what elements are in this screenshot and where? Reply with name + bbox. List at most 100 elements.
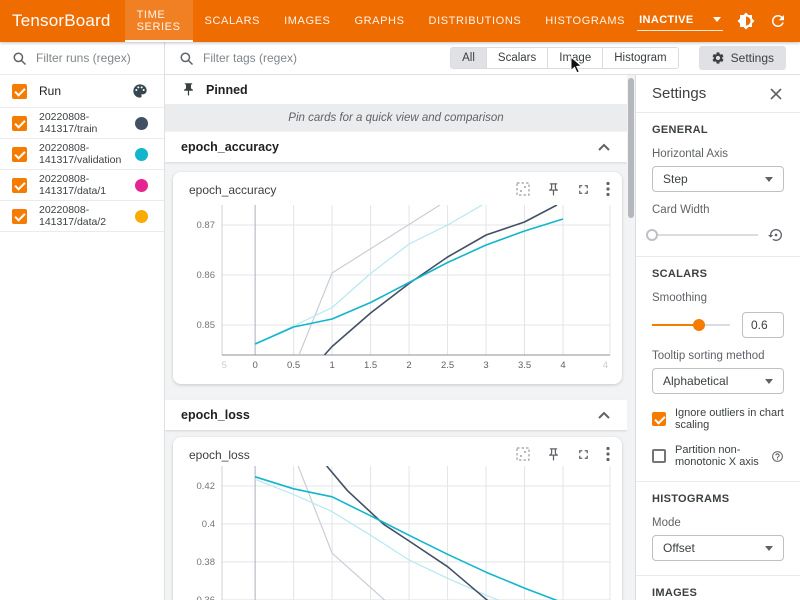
- fit-to-data-icon[interactable]: [515, 446, 531, 462]
- svg-text:4: 4: [603, 360, 608, 371]
- chevron-up-icon[interactable]: [597, 142, 611, 152]
- section-general: GENERAL: [652, 124, 784, 136]
- epoch-loss-line-chart[interactable]: 0.360.380.40.4200.511.522.533.54: [173, 466, 622, 600]
- select-all-runs-checkbox[interactable]: [12, 84, 27, 99]
- partition-x-axis-row[interactable]: Partition non-monotonic X axis: [652, 444, 784, 468]
- fit-to-data-icon[interactable]: [515, 181, 531, 197]
- fullscreen-icon[interactable]: [576, 447, 591, 462]
- more-options-icon[interactable]: [606, 181, 610, 197]
- run-row-validation[interactable]: 20220808-141317/validation: [0, 139, 164, 170]
- svg-text:0.5: 0.5: [287, 360, 300, 371]
- tab-time-series[interactable]: TIME SERIES: [125, 0, 193, 42]
- tab-images[interactable]: IMAGES: [272, 0, 342, 42]
- tag-type-filter-group: All Scalars Image Histogram: [450, 47, 679, 69]
- run-color-dot[interactable]: [135, 210, 148, 223]
- chip-scalars[interactable]: Scalars: [486, 48, 547, 68]
- horizontal-axis-label: Horizontal Axis: [652, 148, 784, 160]
- run-checkbox[interactable]: [12, 116, 27, 131]
- tab-scalars[interactable]: SCALARS: [193, 0, 273, 42]
- runs-sidebar: Run 20220808-141317/train 20220808-14131…: [0, 42, 165, 600]
- reload-status-value: INACTIVE: [639, 14, 694, 26]
- close-icon[interactable]: [768, 86, 784, 102]
- divider: [636, 481, 800, 482]
- tab-graphs[interactable]: GRAPHS: [342, 0, 416, 42]
- search-icon: [179, 51, 194, 66]
- run-color-dot[interactable]: [135, 179, 148, 192]
- svg-text:2.5: 2.5: [441, 360, 454, 371]
- chip-image[interactable]: Image: [547, 48, 602, 68]
- run-checkbox[interactable]: [12, 178, 27, 193]
- svg-text:2: 2: [406, 360, 411, 371]
- smoothing-value-input[interactable]: [742, 312, 784, 338]
- card-actions: [515, 446, 610, 462]
- svg-text:0.86: 0.86: [197, 270, 216, 281]
- card-title: epoch_loss: [189, 448, 250, 462]
- refresh-icon[interactable]: [769, 12, 787, 30]
- fullscreen-icon[interactable]: [576, 182, 591, 197]
- chip-histogram[interactable]: Histogram: [602, 48, 677, 68]
- search-icon: [12, 51, 27, 66]
- scrollbar-thumb[interactable]: [628, 78, 634, 218]
- section-scalars: SCALARS: [652, 268, 784, 280]
- pin-card-icon[interactable]: [546, 447, 561, 462]
- ignore-outliers-row[interactable]: Ignore outliers in chart scaling: [652, 407, 784, 431]
- svg-text:4: 4: [560, 360, 565, 371]
- scalar-card-epoch-accuracy: epoch_accuracy 0.850.860.8700.511.522.53…: [173, 172, 622, 384]
- slider-thumb[interactable]: [693, 319, 705, 331]
- svg-text:0.87: 0.87: [197, 220, 216, 231]
- chevron-down-icon: [765, 379, 773, 384]
- svg-text:0.4: 0.4: [202, 519, 215, 530]
- chip-all[interactable]: All: [451, 48, 486, 68]
- main-scrollbar[interactable]: [627, 75, 635, 600]
- brightness-toggle-icon[interactable]: [737, 12, 755, 30]
- slider-thumb[interactable]: [646, 229, 658, 241]
- histogram-mode-select[interactable]: Offset: [652, 535, 784, 561]
- section-title: epoch_accuracy: [181, 140, 279, 154]
- run-row-data-1[interactable]: 20220808-141317/data/1: [0, 170, 164, 201]
- svg-text:0.85: 0.85: [197, 320, 216, 331]
- settings-button[interactable]: Settings: [699, 46, 786, 70]
- chevron-up-icon[interactable]: [597, 410, 611, 420]
- horizontal-axis-value: Step: [663, 172, 688, 186]
- run-checkbox[interactable]: [12, 209, 27, 224]
- ignore-outliers-checkbox[interactable]: [652, 412, 666, 426]
- reset-icon[interactable]: [768, 227, 784, 243]
- tooltip-sorting-select[interactable]: Alphabetical: [652, 368, 784, 394]
- tooltip-sorting-label: Tooltip sorting method: [652, 350, 784, 362]
- palette-icon[interactable]: [132, 83, 148, 99]
- tag-filter-input[interactable]: [203, 51, 423, 65]
- svg-text:1: 1: [329, 360, 334, 371]
- svg-text:3: 3: [483, 360, 488, 371]
- tooltip-sorting-value: Alphabetical: [663, 374, 728, 388]
- run-filter-input[interactable]: [36, 51, 152, 65]
- section-epoch-accuracy[interactable]: epoch_accuracy: [165, 132, 627, 162]
- smoothing-label: Smoothing: [652, 292, 784, 304]
- tag-toolbar: All Scalars Image Histogram Settings: [165, 42, 800, 75]
- svg-text:3.5: 3.5: [518, 360, 531, 371]
- tab-histograms[interactable]: HISTOGRAMS: [533, 0, 637, 42]
- run-color-dot[interactable]: [135, 148, 148, 161]
- epoch-accuracy-line-chart[interactable]: 0.850.860.8700.511.522.533.5454: [173, 205, 622, 381]
- chevron-down-icon: [713, 17, 721, 22]
- help-icon[interactable]: [771, 450, 784, 463]
- run-row-train[interactable]: 20220808-141317/train: [0, 108, 164, 139]
- run-checkbox[interactable]: [12, 147, 27, 162]
- reload-status-select[interactable]: INACTIVE: [637, 12, 723, 31]
- pin-card-icon[interactable]: [546, 182, 561, 197]
- run-color-dot[interactable]: [135, 117, 148, 130]
- more-options-icon[interactable]: [606, 446, 610, 462]
- partition-x-axis-checkbox[interactable]: [652, 449, 666, 463]
- topbar-actions: INACTIVE: [637, 12, 800, 31]
- card-width-slider[interactable]: [652, 228, 758, 242]
- section-title: epoch_loss: [181, 408, 250, 422]
- section-epoch-loss[interactable]: epoch_loss: [165, 400, 627, 430]
- scalar-card-epoch-loss: epoch_loss 0.360.380.40.4200.511.522.533…: [173, 437, 622, 600]
- tab-distributions[interactable]: DISTRIBUTIONS: [417, 0, 534, 42]
- ignore-outliers-label: Ignore outliers in chart scaling: [675, 407, 784, 431]
- cards-scroll-area: Pinned Pin cards for a quick view and co…: [165, 75, 627, 600]
- run-row-data-2[interactable]: 20220808-141317/data/2: [0, 201, 164, 232]
- divider: [636, 575, 800, 576]
- pinned-empty-message: Pin cards for a quick view and compariso…: [165, 104, 627, 131]
- horizontal-axis-select[interactable]: Step: [652, 166, 784, 192]
- smoothing-slider[interactable]: [652, 318, 730, 332]
